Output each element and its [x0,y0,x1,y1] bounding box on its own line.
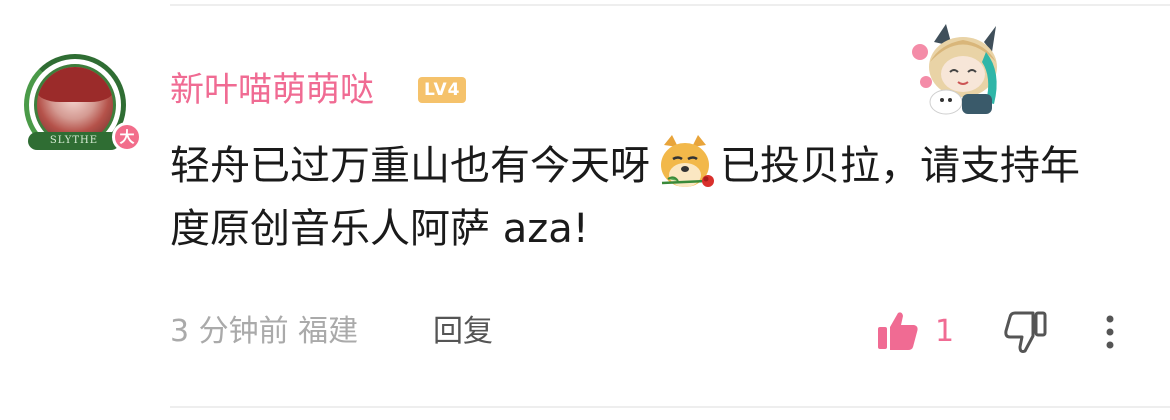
reply-button[interactable]: 回复 [433,312,493,352]
level-badge: LV4 [418,77,467,103]
like-count: 1 [935,314,955,349]
vip-badge: 大 [112,122,142,152]
comment-text: 轻舟已过万重山也有今天呀 已投贝拉，请支持年度原创音乐人阿萨 aza! [170,135,1110,259]
more-options-icon[interactable] [1096,312,1124,352]
username[interactable]: 新叶喵萌萌哒 [170,68,374,112]
user-sticker-icon [912,24,997,115]
comment-text-part-1: 轻舟已过万重山也有今天呀 [170,143,650,189]
doge-with-rose-icon [661,135,714,187]
comment-time-location: 3 分钟前 福建 [170,314,359,349]
thumbs-down-icon[interactable] [1002,309,1048,355]
bottom-divider [170,406,1170,408]
avatar[interactable]: SLYTHE 大 [22,54,142,158]
avatar-frame-ribbon: SLYTHE [28,132,120,150]
thumbs-up-icon[interactable] [876,309,920,353]
top-divider [170,4,1170,6]
